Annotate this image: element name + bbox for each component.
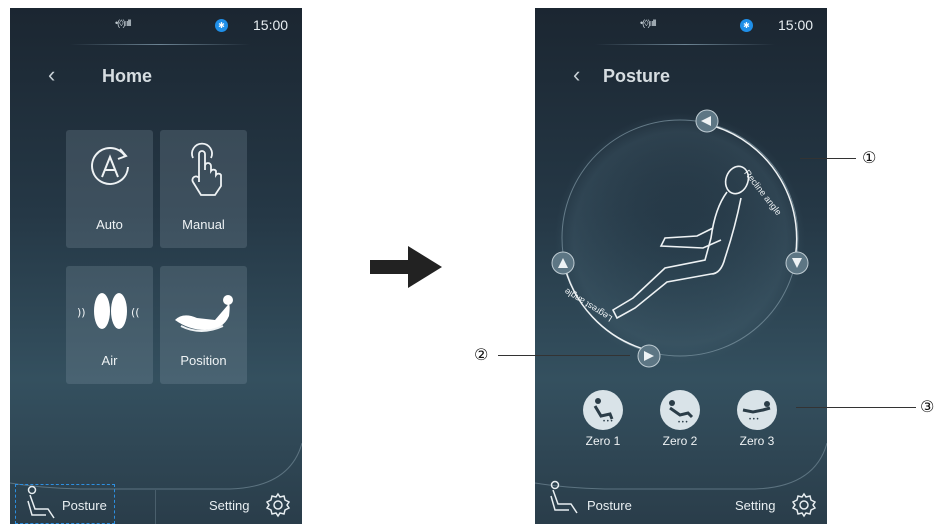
signal-icon: •(◊)ıılll <box>115 18 132 28</box>
nav-posture[interactable]: Posture <box>587 498 632 513</box>
status-time: 15:00 <box>253 17 289 33</box>
air-icon: )) (( <box>77 293 140 329</box>
signal-icon: •(◊)ıılll <box>640 18 657 28</box>
auto-icon <box>90 146 129 185</box>
zero-gravity-icon: • • • <box>593 398 614 425</box>
hand-tap-icon <box>190 142 222 196</box>
callout-2-line <box>498 355 630 356</box>
status-bar: •(◊)ıılll ✱ 15:00 <box>535 8 827 44</box>
zero3-button[interactable]: • • • <box>737 390 777 430</box>
callout-2: ② <box>474 345 489 364</box>
svg-text:• • •: • • • <box>749 417 759 423</box>
nav-setting[interactable]: Setting <box>735 498 775 513</box>
posture-icon[interactable] <box>24 485 58 521</box>
back-icon[interactable]: ‹ <box>48 62 55 88</box>
recline-bottom-handle[interactable] <box>785 251 809 275</box>
legrest-bottom-handle[interactable] <box>637 344 661 368</box>
position-label: Position <box>180 353 227 368</box>
posture-screen: •(◊)ıılll ✱ 15:00 ‹ Posture Recline angl… <box>535 8 827 524</box>
zero-gravity-icon: • • • <box>742 401 771 423</box>
svg-text:)): )) <box>77 306 86 319</box>
posture-icon[interactable] <box>547 480 581 516</box>
status-bar: •(◊)ıılll ✱ 15:00 <box>10 8 302 44</box>
manual-tile[interactable]: Manual <box>160 130 247 248</box>
auto-label: Auto <box>96 217 123 232</box>
bluetooth-icon: ✱ <box>740 19 753 32</box>
page-title: Posture <box>603 66 671 86</box>
recline-top-handle[interactable] <box>695 109 719 133</box>
angle-dial <box>551 109 809 368</box>
callout-1-line <box>800 158 856 159</box>
zero-gravity-icon: • • • <box>669 400 694 426</box>
air-tile[interactable]: )) (( Air <box>66 266 153 384</box>
back-icon[interactable]: ‹ <box>573 62 580 88</box>
callout-3-line <box>796 407 916 408</box>
status-time: 15:00 <box>778 17 814 33</box>
svg-text:((: (( <box>131 306 140 319</box>
callout-3: ③ <box>920 397 935 416</box>
gear-icon[interactable] <box>265 492 291 518</box>
nav-divider <box>155 490 156 524</box>
page-title: Home <box>102 66 153 86</box>
nav-setting[interactable]: Setting <box>209 498 249 513</box>
legrest-top-handle[interactable] <box>551 251 575 275</box>
callout-1: ① <box>862 148 877 167</box>
nav-posture[interactable]: Posture <box>62 498 107 513</box>
divider <box>70 44 250 45</box>
zero2-button[interactable]: • • • <box>660 390 700 430</box>
home-screen: •(◊)ıılll ✱ 15:00 ‹ Home Auto Manual )) … <box>10 8 302 524</box>
reclining-chair-icon <box>174 295 233 332</box>
arrow-right-icon <box>370 246 442 288</box>
gear-icon[interactable] <box>791 492 817 518</box>
position-tile[interactable]: Position <box>160 266 247 384</box>
bluetooth-icon: ✱ <box>215 19 228 32</box>
manual-label: Manual <box>182 217 225 232</box>
auto-tile[interactable]: Auto <box>66 130 153 248</box>
air-label: Air <box>101 353 118 368</box>
zero1-button[interactable]: • • • <box>583 390 623 430</box>
svg-text:• • •: • • • <box>678 420 688 426</box>
svg-text:• • •: • • • <box>603 419 613 425</box>
divider <box>595 44 775 45</box>
